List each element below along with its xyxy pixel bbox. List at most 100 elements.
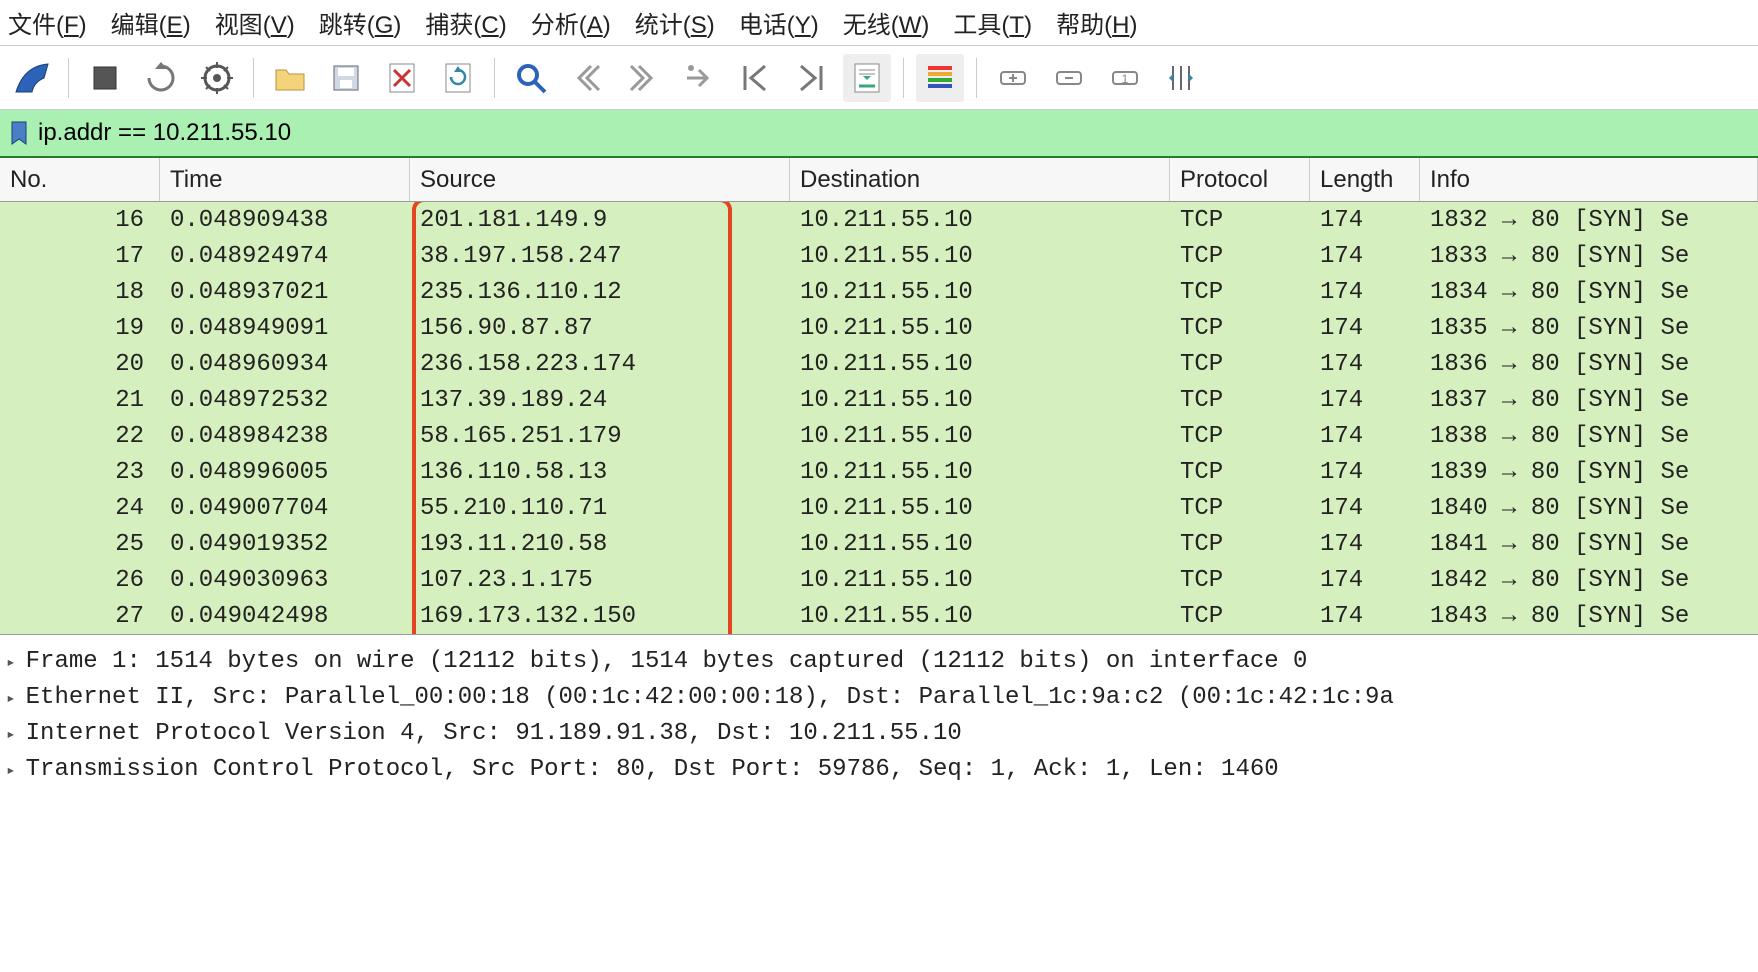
cell-time: 0.048996005 <box>160 459 410 486</box>
cell-length: 174 <box>1310 243 1420 270</box>
cell-destination: 10.211.55.10 <box>790 531 1170 558</box>
cell-no: 20 <box>0 351 160 378</box>
col-header-no[interactable]: No. <box>0 158 160 201</box>
cell-time: 0.048972532 <box>160 387 410 414</box>
detail-frame[interactable]: Frame 1: 1514 bytes on wire (12112 bits)… <box>6 643 1752 679</box>
cell-protocol: TCP <box>1170 567 1310 594</box>
go-to-packet-icon[interactable] <box>675 54 723 102</box>
reload-file-icon[interactable] <box>434 54 482 102</box>
open-file-icon[interactable] <box>266 54 314 102</box>
cell-length: 174 <box>1310 315 1420 342</box>
colorize-icon[interactable] <box>916 54 964 102</box>
menu-stats[interactable]: 统计(S) <box>635 5 715 40</box>
packet-row[interactable]: 260.049030963107.23.1.17510.211.55.10TCP… <box>0 562 1758 598</box>
packet-row[interactable]: 270.049042498169.173.132.15010.211.55.10… <box>0 598 1758 634</box>
detail-ethernet[interactable]: Ethernet II, Src: Parallel_00:00:18 (00:… <box>6 679 1752 715</box>
col-header-time[interactable]: Time <box>160 158 410 201</box>
cell-info: 1842 → 80 [SYN] Se <box>1420 567 1758 594</box>
cell-source: 58.165.251.179 <box>410 423 790 450</box>
go-previous-icon[interactable] <box>563 54 611 102</box>
cell-time: 0.048924974 <box>160 243 410 270</box>
sharkfin-icon[interactable] <box>8 54 56 102</box>
cell-protocol: TCP <box>1170 531 1310 558</box>
cell-no: 23 <box>0 459 160 486</box>
menu-telephony[interactable]: 电话(Y) <box>739 5 819 40</box>
display-filter-bar <box>0 110 1758 158</box>
stop-capture-icon[interactable] <box>81 54 129 102</box>
packet-row[interactable]: 210.048972532137.39.189.2410.211.55.10TC… <box>0 382 1758 418</box>
cell-info: 1838 → 80 [SYN] Se <box>1420 423 1758 450</box>
packet-row[interactable]: 160.048909438201.181.149.910.211.55.10TC… <box>0 202 1758 238</box>
cell-length: 174 <box>1310 459 1420 486</box>
col-header-source[interactable]: Source <box>410 158 790 201</box>
cell-source: 193.11.210.58 <box>410 531 790 558</box>
menu-file[interactable]: 文件(F) <box>8 5 87 40</box>
cell-info: 1836 → 80 [SYN] Se <box>1420 351 1758 378</box>
cell-time: 0.048949091 <box>160 315 410 342</box>
display-filter-input[interactable] <box>32 115 1752 151</box>
expander-icon[interactable] <box>6 648 20 675</box>
go-next-icon[interactable] <box>619 54 667 102</box>
packet-details-pane[interactable]: Frame 1: 1514 bytes on wire (12112 bits)… <box>0 634 1758 795</box>
expander-icon[interactable] <box>6 756 20 783</box>
menu-goto[interactable]: 跳转(G) <box>319 5 402 40</box>
zoom-reset-icon[interactable]: 1 <box>1101 54 1149 102</box>
packet-row[interactable]: 250.049019352193.11.210.5810.211.55.10TC… <box>0 526 1758 562</box>
resize-columns-icon[interactable] <box>1157 54 1205 102</box>
detail-tcp[interactable]: Transmission Control Protocol, Src Port:… <box>6 751 1752 787</box>
packet-row[interactable]: 220.04898423858.165.251.17910.211.55.10T… <box>0 418 1758 454</box>
menu-capture[interactable]: 捕获(C) <box>425 5 506 40</box>
go-first-icon[interactable] <box>731 54 779 102</box>
cell-length: 174 <box>1310 603 1420 630</box>
packet-list-header: No. Time Source Destination Protocol Len… <box>0 158 1758 202</box>
cell-source: 107.23.1.175 <box>410 567 790 594</box>
packet-row[interactable]: 200.048960934236.158.223.17410.211.55.10… <box>0 346 1758 382</box>
col-header-length[interactable]: Length <box>1310 158 1420 201</box>
cell-protocol: TCP <box>1170 243 1310 270</box>
save-file-icon[interactable] <box>322 54 370 102</box>
cell-length: 174 <box>1310 279 1420 306</box>
cell-protocol: TCP <box>1170 207 1310 234</box>
detail-ip[interactable]: Internet Protocol Version 4, Src: 91.189… <box>6 715 1752 751</box>
packet-list[interactable]: 160.048909438201.181.149.910.211.55.10TC… <box>0 202 1758 634</box>
col-header-protocol[interactable]: Protocol <box>1170 158 1310 201</box>
cell-length: 174 <box>1310 423 1420 450</box>
cell-info: 1839 → 80 [SYN] Se <box>1420 459 1758 486</box>
expander-icon[interactable] <box>6 720 20 747</box>
packet-row[interactable]: 240.04900770455.210.110.7110.211.55.10TC… <box>0 490 1758 526</box>
expander-icon[interactable] <box>6 684 20 711</box>
menu-view[interactable]: 视图(V) <box>215 5 295 40</box>
packet-row[interactable]: 180.048937021235.136.110.1210.211.55.10T… <box>0 274 1758 310</box>
cell-info: 1837 → 80 [SYN] Se <box>1420 387 1758 414</box>
find-packet-icon[interactable] <box>507 54 555 102</box>
packet-row[interactable]: 230.048996005136.110.58.1310.211.55.10TC… <box>0 454 1758 490</box>
cell-time: 0.049030963 <box>160 567 410 594</box>
go-last-icon[interactable] <box>787 54 835 102</box>
col-header-info[interactable]: Info <box>1420 158 1758 201</box>
cell-destination: 10.211.55.10 <box>790 315 1170 342</box>
zoom-in-icon[interactable] <box>989 54 1037 102</box>
packet-row[interactable]: 190.048949091156.90.87.8710.211.55.10TCP… <box>0 310 1758 346</box>
cell-time: 0.048909438 <box>160 207 410 234</box>
restart-capture-icon[interactable] <box>137 54 185 102</box>
menu-tools[interactable]: 工具(T) <box>953 5 1032 40</box>
menu-analyze[interactable]: 分析(A) <box>531 5 611 40</box>
zoom-out-icon[interactable] <box>1045 54 1093 102</box>
col-header-destination[interactable]: Destination <box>790 158 1170 201</box>
cell-length: 174 <box>1310 387 1420 414</box>
cell-source: 169.173.132.150 <box>410 603 790 630</box>
cell-time: 0.048937021 <box>160 279 410 306</box>
menu-edit[interactable]: 编辑(E) <box>111 5 191 40</box>
cell-destination: 10.211.55.10 <box>790 459 1170 486</box>
cell-length: 174 <box>1310 531 1420 558</box>
autoscroll-icon[interactable] <box>843 54 891 102</box>
capture-options-icon[interactable] <box>193 54 241 102</box>
menu-wireless[interactable]: 无线(W) <box>843 5 930 40</box>
close-file-icon[interactable] <box>378 54 426 102</box>
packet-row[interactable]: 170.04892497438.197.158.24710.211.55.10T… <box>0 238 1758 274</box>
menu-help[interactable]: 帮助(H) <box>1056 5 1137 40</box>
cell-no: 17 <box>0 243 160 270</box>
cell-source: 55.210.110.71 <box>410 495 790 522</box>
cell-source: 201.181.149.9 <box>410 207 790 234</box>
bookmark-icon[interactable] <box>6 118 32 148</box>
